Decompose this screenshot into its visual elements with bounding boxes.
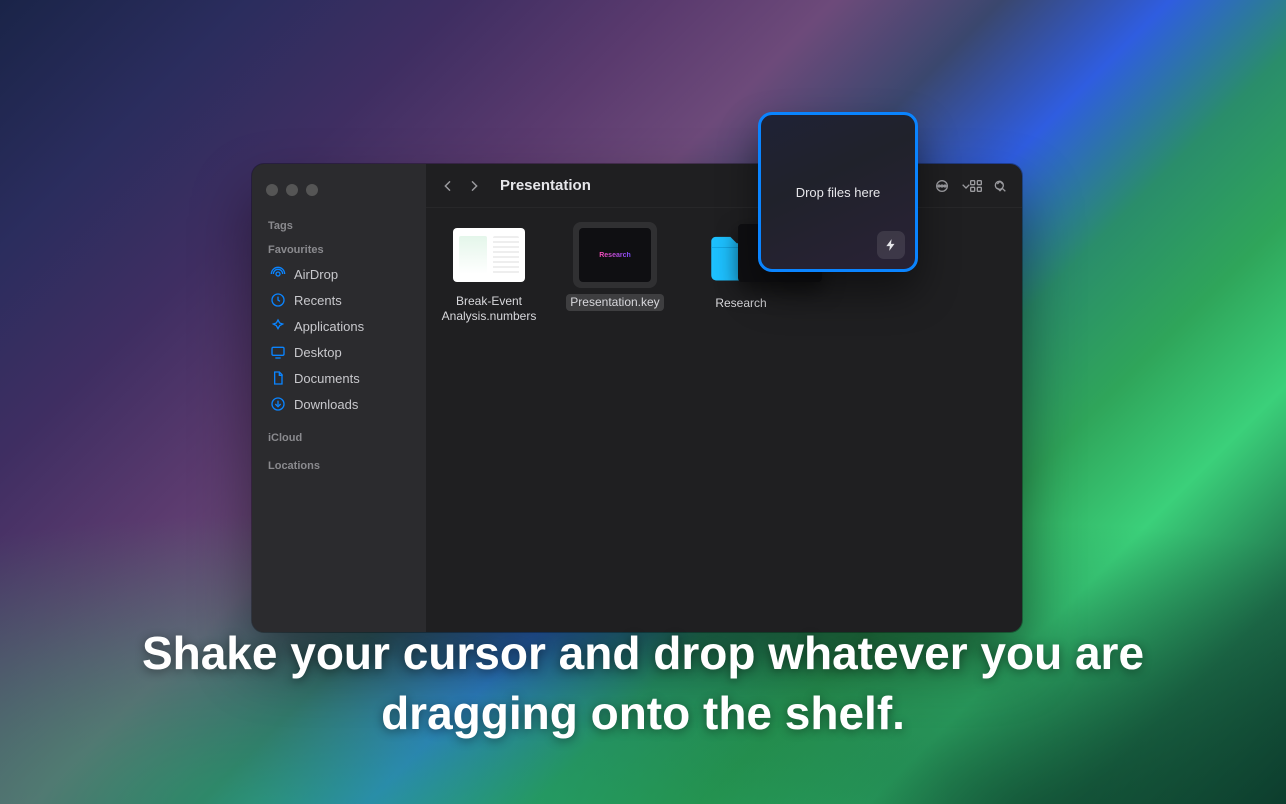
search-button[interactable] <box>992 178 1008 194</box>
desktop-icon <box>270 344 286 360</box>
finder-main: Presentation <box>426 164 1022 632</box>
sidebar-item-recents[interactable]: Recents <box>262 288 416 312</box>
sidebar-item-label: Recents <box>294 293 342 308</box>
forward-button[interactable] <box>466 178 482 194</box>
shelf-panel[interactable]: Drop files here <box>758 112 918 272</box>
apps-icon <box>270 318 286 334</box>
finder-toolbar: Presentation <box>426 164 1022 208</box>
zoom-dot[interactable] <box>306 184 318 196</box>
sidebar-item-airdrop[interactable]: AirDrop <box>262 262 416 286</box>
clock-icon <box>270 292 286 308</box>
back-button[interactable] <box>440 178 456 194</box>
chevron-down-icon[interactable] <box>958 178 974 194</box>
download-icon <box>270 396 286 412</box>
window-title: Presentation <box>500 177 591 194</box>
sidebar-item-label: Documents <box>294 371 360 386</box>
sidebar-section-favourites: Favourites <box>262 238 416 260</box>
sidebar-item-documents[interactable]: Documents <box>262 366 416 390</box>
finder-content[interactable]: Break-Event Analysis.numbers Research Pr… <box>426 208 1022 632</box>
file-thumbnail: Research <box>579 228 651 282</box>
finder-sidebar: Tags Favourites AirDrop Recents Applicat… <box>252 164 426 632</box>
action-button[interactable] <box>934 178 950 194</box>
sidebar-item-label: Desktop <box>294 345 342 360</box>
file-name: Presentation.key <box>566 294 663 311</box>
sidebar-item-applications[interactable]: Applications <box>262 314 416 338</box>
promo-caption: Shake your cursor and drop whatever you … <box>0 624 1286 744</box>
file-name: Break-Event Analysis.numbers <box>440 294 538 324</box>
minimize-dot[interactable] <box>286 184 298 196</box>
close-dot[interactable] <box>266 184 278 196</box>
sidebar-section-icloud: iCloud <box>262 426 416 448</box>
document-icon <box>270 370 286 386</box>
sidebar-item-downloads[interactable]: Downloads <box>262 392 416 416</box>
sidebar-item-label: AirDrop <box>294 267 338 282</box>
sidebar-item-label: Downloads <box>294 397 358 412</box>
window-controls[interactable] <box>262 178 416 212</box>
file-item[interactable]: Research Presentation.key <box>566 222 664 311</box>
file-thumbnail <box>453 228 525 282</box>
file-name: Research <box>715 296 766 311</box>
sidebar-item-desktop[interactable]: Desktop <box>262 340 416 364</box>
airdrop-icon <box>270 266 286 282</box>
shelf-hint-text: Drop files here <box>796 185 881 200</box>
sidebar-item-label: Applications <box>294 319 364 334</box>
toolbar-right <box>934 164 1008 208</box>
shelf-bolt-button[interactable] <box>877 231 905 259</box>
sidebar-section-tags: Tags <box>262 214 416 236</box>
file-grid: Break-Event Analysis.numbers Research Pr… <box>440 222 1008 324</box>
file-item[interactable]: Break-Event Analysis.numbers <box>440 222 538 324</box>
sidebar-section-locations: Locations <box>262 454 416 476</box>
